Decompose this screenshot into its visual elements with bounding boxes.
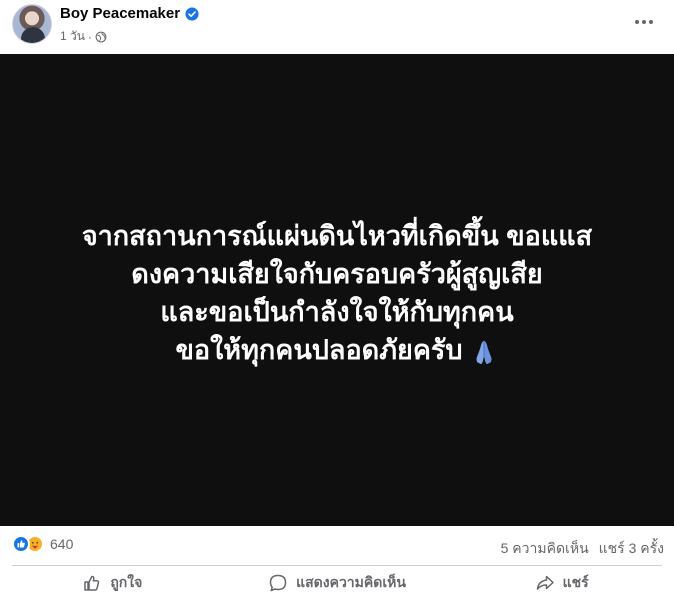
globe-icon (95, 31, 107, 42)
more-dot-icon (649, 20, 653, 24)
folded-hands-emoji-icon (476, 340, 492, 365)
post-timestamp[interactable]: 1 วัน (60, 27, 85, 46)
thumbs-up-icon (84, 575, 100, 591)
meta-separator: · (87, 29, 92, 44)
shares-count-link[interactable]: แชร์ 3 ครั้ง (599, 538, 664, 560)
post-stats: 640 5 ความคิดเห็น แชร์ 3 ครั้ง (0, 526, 674, 564)
reactions-summary[interactable]: 640 (12, 535, 73, 553)
post-meta: 1 วัน · (60, 27, 107, 46)
comment-bubble-icon (269, 574, 287, 592)
author-name[interactable]: Boy Peacemaker (60, 5, 180, 22)
more-dot-icon (635, 20, 639, 24)
share-arrow-icon (536, 575, 554, 590)
like-button[interactable]: ถูกใจ (0, 566, 225, 600)
engagement-counts: 5 ความคิดเห็น แชร์ 3 ครั้ง (501, 538, 664, 560)
share-button[interactable]: แชร์ (449, 566, 674, 600)
more-dot-icon (642, 20, 646, 24)
comments-count-link[interactable]: 5 ความคิดเห็น (501, 538, 589, 560)
like-button-label: ถูกใจ (110, 574, 143, 590)
post-text-line: จากสถานการณ์แผ่นดินไหวที่เกิดขึ้น ขอแแส (81, 221, 593, 251)
post-text-line: ดงความเสียใจกับครอบครัวผู้สูญเสีย (131, 259, 543, 289)
author-row: Boy Peacemaker (60, 5, 199, 22)
post-text-line-with-emoji: ขอให้ทุกคนปลอดภัยครับ (27, 331, 647, 369)
post-actions: ถูกใจ แสดงความคิดเห็น แชร์ (0, 566, 674, 600)
verified-badge-icon (185, 6, 199, 21)
more-options-button[interactable] (630, 10, 658, 34)
author-avatar[interactable] (12, 4, 52, 44)
post-text: จากสถานการณ์แผ่นดินไหวที่เกิดขึ้น ขอแแส … (27, 217, 647, 369)
reaction-count: 640 (50, 536, 74, 552)
comment-button-label: แสดงความคิดเห็น (296, 574, 406, 590)
post-text-line: ขอให้ทุกคนปลอดภัยครับ (175, 335, 463, 365)
post-text-image[interactable]: จากสถานการณ์แผ่นดินไหวที่เกิดขึ้น ขอแแส … (0, 54, 674, 526)
share-button-label: แชร์ (562, 574, 589, 590)
comment-button[interactable]: แสดงความคิดเห็น (225, 566, 450, 600)
post-header: Boy Peacemaker 1 วัน · (0, 0, 674, 54)
post-text-line: และขอเป็นกำลังใจให้กับทุกคน (160, 297, 514, 327)
like-reaction-icon (12, 535, 30, 553)
